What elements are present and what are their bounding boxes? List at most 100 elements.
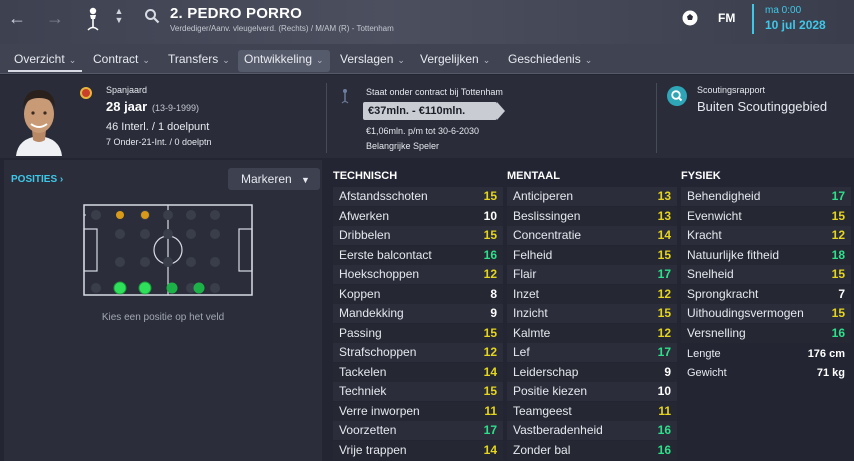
- scout-report-value[interactable]: Buiten Scoutinggebied: [697, 99, 827, 114]
- attribute-row[interactable]: Anticiperen 13: [507, 187, 677, 206]
- attribute-row[interactable]: Vrije trappen 14: [333, 440, 503, 460]
- attribute-row[interactable]: Felheid 15: [507, 245, 677, 265]
- attribute-row[interactable]: Uithoudingsvermogen 15: [681, 304, 851, 323]
- tab-ontwikkeling[interactable]: Ontwikkeling ⌄: [238, 50, 330, 72]
- attribute-label: Anticiperen: [513, 189, 574, 203]
- attribute-label: Mandekking: [339, 306, 404, 320]
- football-icon[interactable]: [681, 9, 699, 27]
- attribute-value: 15: [483, 189, 497, 203]
- tab-transfers[interactable]: Transfers ⌄: [162, 50, 236, 72]
- contract-status[interactable]: Staat onder contract bij Tottenham: [366, 87, 503, 97]
- attribute-row[interactable]: Vastberadenheid 16: [507, 421, 677, 440]
- date-of-birth: (13-9-1999): [152, 103, 200, 113]
- search-icon[interactable]: [667, 86, 687, 106]
- tab-geschiedenis[interactable]: Geschiedenis ⌄: [502, 50, 598, 72]
- game-date[interactable]: 10 jul 2028: [765, 18, 826, 32]
- attribute-label: Hoekschoppen: [339, 267, 420, 281]
- search-icon[interactable]: [144, 8, 160, 24]
- tab-overzicht[interactable]: Overzicht ⌄: [8, 50, 83, 72]
- attribute-row[interactable]: Positie kiezen 10: [507, 382, 677, 401]
- attribute-label: Tackelen: [339, 364, 387, 379]
- back-arrow-icon[interactable]: ←: [8, 9, 26, 27]
- tab-contract[interactable]: Contract ⌄: [87, 50, 156, 72]
- tab-vergelijken[interactable]: Vergelijken ⌄: [414, 50, 496, 72]
- attribute-label: Uithoudingsvermogen: [687, 306, 804, 320]
- player-switch-icon[interactable]: ▲ ▼: [113, 7, 125, 25]
- nationality[interactable]: Spanjaard: [106, 85, 147, 95]
- tab-label: Transfers: [168, 52, 219, 66]
- attribute-row[interactable]: Zonder bal 16: [507, 440, 677, 460]
- attribute-row[interactable]: Versnelling 16: [681, 323, 851, 343]
- attribute-row[interactable]: Tackelen 14: [333, 362, 503, 382]
- tab-verslagen[interactable]: Verslagen ⌄: [334, 50, 411, 72]
- attribute-row[interactable]: Sprongkracht 7: [681, 284, 851, 304]
- attribute-label: Concentratie: [513, 228, 582, 242]
- attribute-row[interactable]: Kalmte 12: [507, 323, 677, 343]
- wage-contract: €1,06mln. p/m tot 30-6-2030: [366, 126, 480, 136]
- forward-arrow-icon[interactable]: →: [46, 9, 64, 27]
- attribute-label: Afwerken: [339, 208, 390, 223]
- date-accent-bar: [752, 4, 754, 34]
- attribute-row[interactable]: Hoekschoppen 12: [333, 265, 503, 284]
- weight-value: 71 kg: [816, 367, 845, 379]
- player-photo: [16, 90, 62, 156]
- attribute-label: Natuurlijke fitheid: [687, 247, 780, 262]
- attribute-label: Lef: [513, 345, 530, 359]
- attribute-row[interactable]: Mandekking 9: [333, 304, 503, 323]
- tab-label: Contract: [93, 52, 139, 66]
- attribute-row[interactable]: Inzicht 15: [507, 304, 677, 323]
- attribute-value: 7: [838, 286, 845, 301]
- profile-tabs: Overzicht ⌄ Contract ⌄ Transfers ⌄ Ontwikke…: [0, 44, 854, 74]
- attribute-label: Techniek: [339, 384, 387, 398]
- nationality-flag-icon[interactable]: [80, 87, 92, 99]
- attribute-row[interactable]: Behendigheid 17: [681, 187, 851, 206]
- squad-status: Belangrijke Speler: [366, 141, 440, 151]
- attribute-row[interactable]: Kracht 12: [681, 226, 851, 245]
- attribute-row[interactable]: Leiderschap 9: [507, 362, 677, 382]
- attribute-row[interactable]: Dribbelen 15: [333, 226, 503, 245]
- position-pitch[interactable]: [83, 204, 253, 296]
- club-crest-icon: [341, 89, 349, 104]
- attribute-row[interactable]: Lef 17: [507, 343, 677, 362]
- attribute-value: 9: [490, 306, 497, 320]
- tab-label: Geschiedenis: [508, 52, 581, 66]
- attribute-row[interactable]: Flair 17: [507, 265, 677, 284]
- attribute-value: 15: [483, 325, 497, 340]
- positions-link[interactable]: POSITIES ›: [11, 174, 63, 185]
- attribute-row[interactable]: Techniek 15: [333, 382, 503, 401]
- attribute-row[interactable]: Beslissingen 13: [507, 206, 677, 226]
- fm-logo[interactable]: FM: [718, 11, 735, 25]
- chevron-right-icon: ›: [59, 174, 64, 185]
- attribute-label: Flair: [513, 267, 537, 281]
- attribute-value: 17: [831, 189, 845, 203]
- weight-label: Gewicht: [687, 367, 727, 379]
- attribute-row[interactable]: Afstandsschoten 15: [333, 187, 503, 206]
- attribute-row[interactable]: Koppen 8: [333, 284, 503, 304]
- attribute-row[interactable]: Teamgeest 11: [507, 401, 677, 421]
- attribute-row[interactable]: Strafschoppen 12: [333, 343, 503, 362]
- club-crest-icon[interactable]: [84, 6, 102, 32]
- attribute-value: 16: [483, 247, 497, 262]
- attribute-value: 15: [831, 267, 845, 281]
- attribute-row[interactable]: Concentratie 14: [507, 226, 677, 245]
- attribute-row[interactable]: Verre inworpen 11: [333, 401, 503, 421]
- attribute-value: 15: [657, 247, 671, 262]
- attribute-value: 16: [657, 442, 671, 457]
- attribute-row[interactable]: Natuurlijke fitheid 18: [681, 245, 851, 265]
- attribute-row[interactable]: Voorzetten 17: [333, 421, 503, 440]
- attribute-label: Versnelling: [687, 325, 746, 340]
- attribute-row[interactable]: Snelheid 15: [681, 265, 851, 284]
- attribute-value: 14: [483, 442, 497, 457]
- mark-button[interactable]: Markeren ▼: [228, 168, 320, 190]
- attribute-row[interactable]: Evenwicht 15: [681, 206, 851, 226]
- attribute-label: Dribbelen: [339, 228, 391, 242]
- technical-title: TECHNISCH: [333, 170, 398, 182]
- attribute-row[interactable]: Passing 15: [333, 323, 503, 343]
- attribute-row[interactable]: Inzet 12: [507, 284, 677, 304]
- attribute-row[interactable]: Afwerken 10: [333, 206, 503, 226]
- attribute-row[interactable]: Eerste balcontact 16: [333, 245, 503, 265]
- player-name: 2. PEDRO PORRO: [170, 5, 302, 22]
- attribute-label: Afstandsschoten: [339, 189, 428, 203]
- value-range-tag[interactable]: €37mln. - €110mln.: [363, 102, 505, 120]
- attribute-value: 13: [657, 189, 671, 203]
